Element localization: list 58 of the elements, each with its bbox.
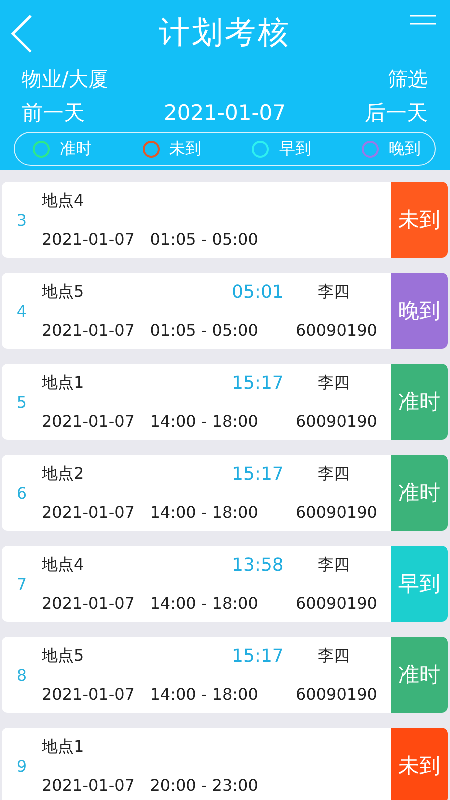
row-number: 3 bbox=[16, 210, 28, 230]
record-card[interactable]: 4 地点5 05:01 李四 2021-01-07 01:05 - 05:00 60090190 晚到 bbox=[2, 273, 448, 349]
row-number: 9 bbox=[16, 756, 28, 776]
legend-label: 未到 bbox=[170, 138, 202, 160]
person-name: 李四 bbox=[318, 464, 350, 484]
record-card[interactable]: 6 地点2 15:17 李四 2021-01-07 14:00 - 18:00 60090190 准时 bbox=[2, 455, 448, 531]
schedule-text: 2021-01-07 20:00 - 23:00 bbox=[42, 776, 260, 794]
place-text: 地点1 bbox=[42, 372, 86, 394]
status-tag: 未到 bbox=[391, 182, 448, 258]
staff-id: 60090190 bbox=[296, 594, 378, 612]
schedule-text: 2021-01-07 14:00 - 18:00 bbox=[42, 502, 260, 522]
row-number: 8 bbox=[16, 666, 28, 684]
staff-id: 60090190 bbox=[296, 502, 378, 522]
staff-id: 60090190 bbox=[296, 412, 378, 430]
check-time: 05:01 bbox=[232, 282, 282, 302]
schedule-text: 2021-01-07 14:00 - 18:00 bbox=[42, 594, 260, 612]
place-text: 地点4 bbox=[42, 190, 86, 212]
place-text: 地点5 bbox=[42, 282, 86, 302]
place-text: 地点1 bbox=[42, 736, 86, 758]
legend-label: 准时 bbox=[60, 138, 92, 160]
schedule-text: 2021-01-07 01:05 - 05:00 bbox=[42, 320, 260, 340]
check-time: 13:58 bbox=[232, 554, 282, 576]
person-name: 李四 bbox=[318, 372, 350, 394]
staff-id: 60090190 bbox=[296, 320, 378, 340]
record-card[interactable]: 5 地点1 15:17 李四 2021-01-07 14:00 - 18:00 60090190 准时 bbox=[2, 364, 448, 440]
legend-label: 早到 bbox=[279, 138, 312, 160]
menu-icon[interactable] bbox=[410, 15, 436, 25]
status-tag: 准时 bbox=[391, 364, 448, 440]
person-name: 李四 bbox=[318, 646, 350, 666]
page-title: 计划考核 bbox=[159, 14, 291, 53]
status-tag: 未到 bbox=[391, 728, 448, 800]
check-time: 15:17 bbox=[232, 646, 282, 666]
place-text: 地点5 bbox=[42, 646, 86, 666]
row-number: 7 bbox=[16, 574, 28, 594]
record-card[interactable]: 9 地点1 2021-01-07 20:00 - 23:00 未到 bbox=[2, 728, 448, 800]
record-card[interactable]: 7 地点4 13:58 李四 2021-01-07 14:00 - 18:00 60090190 早到 bbox=[2, 546, 448, 622]
status-tag: 晚到 bbox=[391, 273, 448, 349]
person-name: 李四 bbox=[318, 282, 350, 302]
person-name: 李四 bbox=[318, 554, 350, 576]
status-tag: 早到 bbox=[391, 546, 448, 622]
row-number: 5 bbox=[16, 392, 28, 412]
status-tag: 准时 bbox=[391, 637, 448, 713]
record-card[interactable]: 3 地点4 2021-01-07 01:05 - 05:00 未到 bbox=[2, 182, 448, 258]
row-number: 6 bbox=[16, 484, 28, 502]
schedule-text: 2021-01-07 14:00 - 18:00 bbox=[42, 684, 260, 704]
date-text: 2021-01-07 bbox=[164, 101, 286, 125]
back-icon[interactable] bbox=[10, 14, 34, 54]
row-number: 4 bbox=[16, 302, 28, 320]
staff-id: 60090190 bbox=[296, 684, 378, 704]
place-text: 地点2 bbox=[42, 464, 86, 484]
schedule-text: 2021-01-07 01:05 - 05:00 bbox=[42, 230, 260, 248]
legend-label: 晚到 bbox=[388, 138, 421, 160]
record-card[interactable]: 8 地点5 15:17 李四 2021-01-07 14:00 - 18:00 60090190 准时 bbox=[2, 637, 448, 713]
check-time: 15:17 bbox=[232, 372, 282, 394]
check-time: 15:17 bbox=[232, 464, 282, 484]
place-text: 地点4 bbox=[42, 554, 86, 576]
status-tag: 准时 bbox=[391, 455, 448, 531]
schedule-text: 2021-01-07 14:00 - 18:00 bbox=[42, 412, 260, 430]
